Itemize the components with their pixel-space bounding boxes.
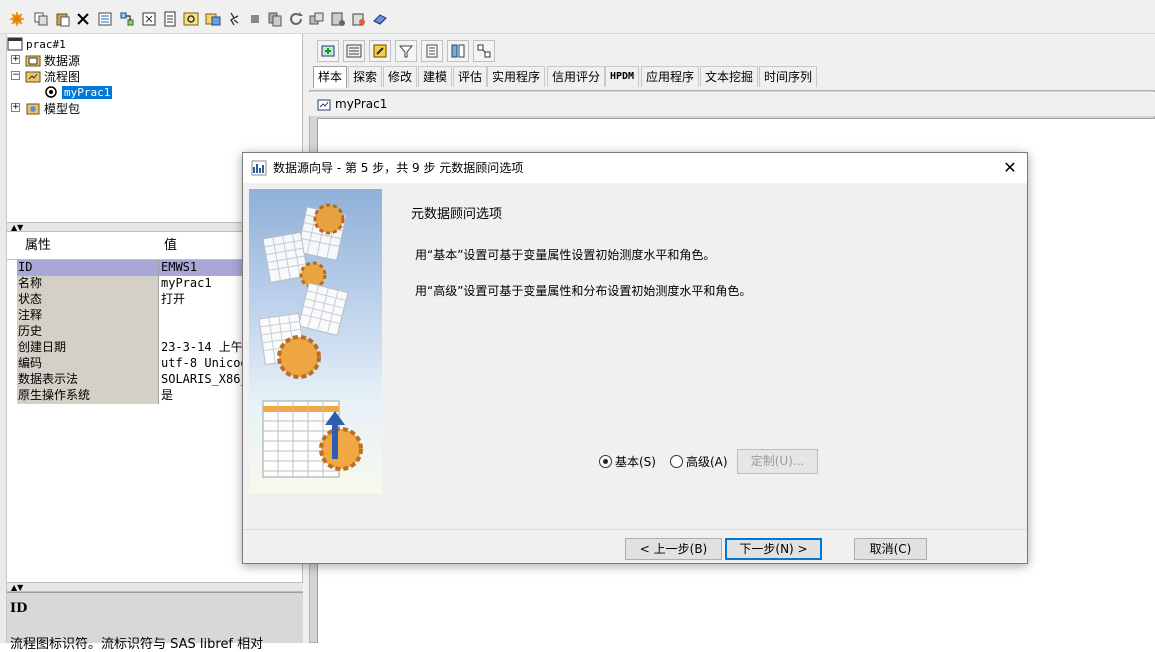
library-icon[interactable] bbox=[204, 10, 222, 28]
collapse-up-icon[interactable]: ▲▼ bbox=[11, 223, 23, 232]
customize-button[interactable]: 定制(U)... bbox=[737, 449, 818, 474]
tab-applications[interactable]: 应用程序 bbox=[641, 66, 700, 87]
tree-root[interactable]: prac#1 bbox=[7, 36, 66, 52]
section-title: 元数据顾问选项 bbox=[411, 207, 503, 222]
close-icon[interactable]: ✕ bbox=[1001, 159, 1019, 177]
left-edge bbox=[0, 34, 7, 643]
description-title: ID bbox=[10, 601, 28, 616]
run-icon[interactable] bbox=[225, 10, 243, 28]
tab-explore[interactable]: 探索 bbox=[348, 66, 383, 87]
layout-icon[interactable] bbox=[308, 10, 326, 28]
partition-icon[interactable] bbox=[395, 40, 417, 62]
next-button[interactable]: 下一步(N) > bbox=[725, 538, 822, 560]
tree-item-label: 流程图 bbox=[44, 69, 81, 84]
tree-item-diagrams[interactable]: 流程图 bbox=[25, 68, 80, 84]
diagram-icon bbox=[45, 86, 57, 98]
tree-item-label-selected: myPrac1 bbox=[62, 85, 113, 99]
radio-advanced[interactable]: 高级(A) bbox=[670, 453, 728, 470]
description-panel: ID 流程图标识符。流标识符与 SAS libref 相对 bbox=[7, 592, 303, 652]
properties-icon[interactable] bbox=[96, 10, 114, 28]
collapse-up-icon[interactable]: ▲▼ bbox=[11, 583, 23, 592]
tab-assess[interactable]: 评估 bbox=[453, 66, 488, 87]
append-icon[interactable] bbox=[473, 40, 495, 62]
tab-sample[interactable]: 样本 bbox=[313, 66, 348, 88]
datasource-wizard-dialog: 数据源向导 - 第 5 步，共 9 步 元数据顾问选项 ✕ 元数据顾问选项 用“… bbox=[242, 152, 1028, 564]
report-icon[interactable] bbox=[350, 10, 368, 28]
sample-icon[interactable] bbox=[421, 40, 443, 62]
results-icon[interactable] bbox=[266, 10, 284, 28]
main-toolbar bbox=[0, 6, 1155, 34]
package-icon bbox=[26, 103, 40, 115]
dialog-body: 元数据顾问选项 用“基本”设置可基于变量属性设置初始测度水平和角色。 用“高级”… bbox=[243, 183, 1027, 529]
radio-basic[interactable]: 基本(S) bbox=[599, 453, 656, 470]
back-button[interactable]: < 上一步(B) bbox=[625, 538, 722, 560]
explore-icon[interactable] bbox=[118, 10, 136, 28]
wizard-illustration bbox=[249, 189, 382, 493]
refresh-icon[interactable] bbox=[287, 10, 305, 28]
tab-text-mining[interactable]: 文本挖掘 bbox=[700, 66, 759, 87]
value-column-header: 值 bbox=[164, 238, 178, 253]
tab-model[interactable]: 建模 bbox=[418, 66, 453, 87]
tab-credit-scoring[interactable]: 信用评分 bbox=[547, 66, 606, 87]
tab-hpdm[interactable]: HPDM bbox=[605, 66, 640, 87]
tab-modify[interactable]: 修改 bbox=[383, 66, 418, 87]
paste-icon[interactable] bbox=[54, 10, 72, 28]
project-icon bbox=[7, 37, 23, 51]
delete-icon[interactable] bbox=[74, 10, 92, 28]
cancel-button[interactable]: 取消(C) bbox=[854, 538, 927, 560]
tree-item-label: 模型包 bbox=[44, 101, 81, 116]
radio-advanced-label: 高级(A) bbox=[686, 455, 728, 469]
find-icon[interactable] bbox=[182, 10, 200, 28]
help-icon[interactable] bbox=[371, 10, 389, 28]
stop-icon[interactable] bbox=[246, 10, 264, 28]
dialog-title: 数据源向导 - 第 5 步，共 9 步 元数据顾问选项 bbox=[273, 161, 524, 175]
tree-root-label: prac#1 bbox=[26, 37, 66, 51]
collapse-icon[interactable]: − bbox=[11, 71, 20, 80]
input-data-icon[interactable] bbox=[369, 40, 391, 62]
tree-item-myprac1[interactable]: myPrac1 bbox=[43, 84, 113, 100]
diagram-icon bbox=[317, 99, 331, 110]
tree-item-datasource[interactable]: 数据源 bbox=[25, 52, 80, 68]
tab-utility[interactable]: 实用程序 bbox=[487, 66, 546, 87]
dialog-title-bar: 数据源向导 - 第 5 步，共 9 步 元数据顾问选项 ✕ bbox=[243, 153, 1027, 183]
property-column-header: 属性 bbox=[25, 238, 52, 253]
diagram-title: myPrac1 bbox=[335, 97, 388, 111]
tab-time-series[interactable]: 时间序列 bbox=[759, 66, 818, 87]
radio-advanced-indicator[interactable] bbox=[670, 455, 683, 468]
expand-icon[interactable]: + bbox=[11, 103, 20, 112]
folder-icon bbox=[25, 71, 41, 83]
merge-icon[interactable] bbox=[447, 40, 469, 62]
notes-icon[interactable] bbox=[161, 10, 179, 28]
wizard-icon bbox=[251, 160, 267, 176]
folder-icon bbox=[25, 55, 41, 67]
model-icon[interactable] bbox=[329, 10, 347, 28]
append-node-icon[interactable] bbox=[317, 40, 339, 62]
splitter-bottom[interactable]: ▲▼ bbox=[7, 582, 303, 592]
import-icon[interactable] bbox=[140, 10, 158, 28]
basic-description: 用“基本”设置可基于变量属性设置初始测度水平和角色。 bbox=[415, 248, 716, 262]
tree-item-packages[interactable]: 模型包 bbox=[25, 100, 80, 116]
diagram-title-bar: myPrac1 bbox=[309, 92, 1155, 116]
filter-icon[interactable] bbox=[343, 40, 365, 62]
tree-item-label: 数据源 bbox=[44, 53, 81, 68]
dialog-footer: < 上一步(B) 下一步(N) > 取消(C) bbox=[243, 529, 1027, 563]
advanced-description: 用“高级”设置可基于变量属性和分布设置初始测度水平和角色。 bbox=[415, 284, 752, 298]
radio-basic-label: 基本(S) bbox=[615, 455, 656, 469]
radio-basic-indicator[interactable] bbox=[599, 455, 612, 468]
expand-icon[interactable]: + bbox=[11, 55, 20, 64]
new-icon[interactable] bbox=[6, 10, 28, 28]
copy-icon[interactable] bbox=[32, 10, 50, 28]
